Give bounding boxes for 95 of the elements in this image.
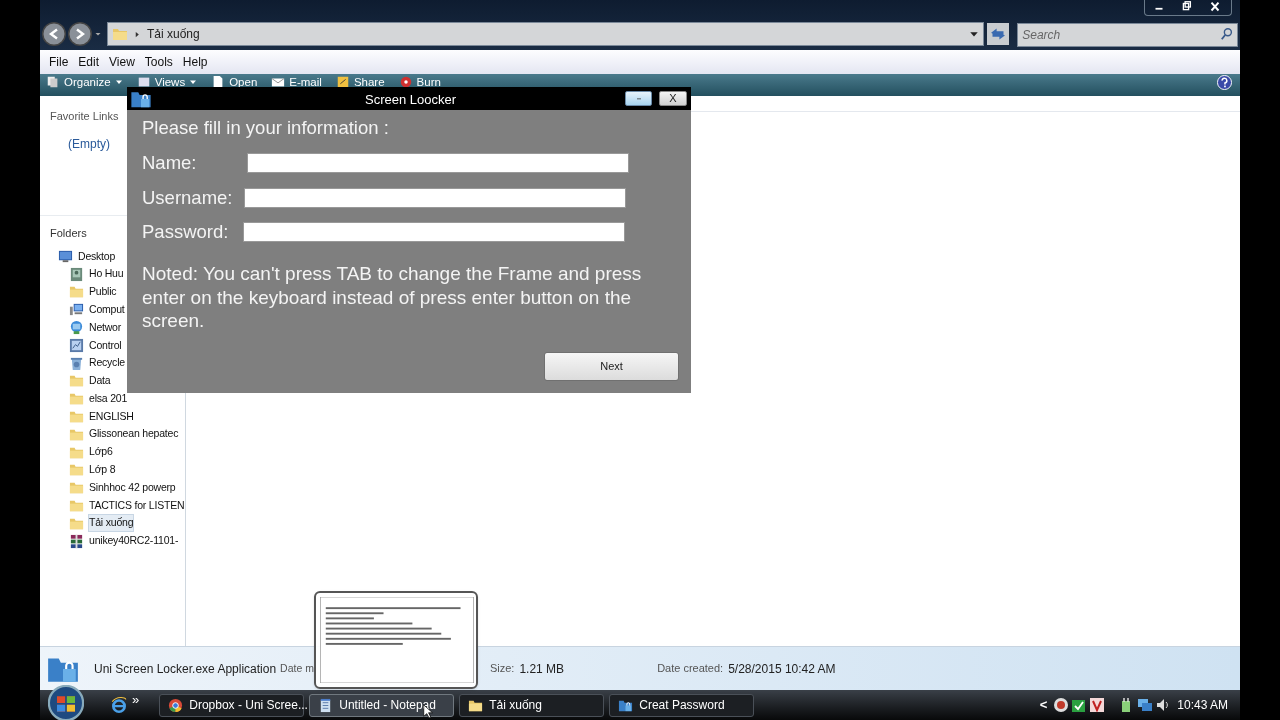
browser-icon	[168, 697, 184, 713]
check-icon[interactable]	[1071, 697, 1088, 713]
help-icon[interactable]	[1217, 75, 1232, 90]
back-icon[interactable]	[42, 22, 66, 46]
user-icon	[69, 266, 84, 282]
next-button[interactable]: Next	[544, 351, 679, 381]
forward-icon[interactable]	[68, 22, 92, 46]
tree-item[interactable]: Desktop	[77, 247, 117, 266]
tree-item[interactable]: unikey40RC2-1101-	[88, 532, 180, 550]
field-label: Date created:	[657, 661, 724, 677]
computer-icon	[69, 302, 84, 318]
dialog-title: Screen Loocker	[365, 91, 457, 109]
v-letter-icon[interactable]	[1089, 697, 1106, 713]
tree-item[interactable]: Sinhhoc 42 powerp	[88, 478, 177, 497]
tree-item[interactable]: Data	[88, 372, 112, 390]
folder-icon	[69, 462, 84, 478]
toolbar-button[interactable]: Open	[229, 76, 258, 88]
close-button[interactable]: X	[659, 91, 687, 106]
tree-item[interactable]: Public	[88, 283, 118, 301]
disc-icon	[398, 75, 413, 89]
field-label: Date m	[280, 660, 314, 676]
field-value: 1.21 MB	[519, 660, 565, 678]
address-bar[interactable]: Tải xuống	[107, 22, 985, 46]
overflow-button[interactable]: »	[132, 690, 140, 710]
archive-icon	[69, 533, 84, 549]
taskbar-button[interactable]: Dropbox - Uni Scree...	[159, 693, 305, 717]
tray-expand-button[interactable]: <	[1039, 695, 1048, 715]
network-icon	[69, 320, 84, 336]
start-button[interactable]	[48, 685, 84, 720]
section-title: Favorite Links	[50, 109, 119, 124]
breadcrumb-item[interactable]: Tải xuống	[147, 25, 200, 43]
field-value: 5/28/2015 10:42 AM	[728, 660, 836, 678]
envelope-icon	[271, 75, 286, 89]
folder-icon	[69, 373, 84, 389]
field-label: Username:	[142, 186, 233, 211]
views-icon	[136, 75, 151, 89]
folder-icon	[69, 409, 84, 425]
section-title[interactable]: Folders	[50, 226, 87, 239]
toolbar-button[interactable]: Views	[154, 76, 186, 88]
tree-item[interactable]: Lớp 8	[88, 461, 117, 479]
favorite-link[interactable]: (Empty)	[68, 134, 110, 153]
dialog-heading: Please fill in your information :	[142, 117, 390, 139]
refresh-icon[interactable]	[987, 23, 1010, 45]
monitor-icon	[58, 248, 73, 264]
tree-item[interactable]: Tải xuống	[88, 514, 135, 533]
tree-item[interactable]: Glissonean hepatec	[88, 425, 180, 444]
network-icon[interactable]	[1137, 697, 1154, 713]
toolbar-button[interactable]: Burn	[416, 76, 441, 88]
folder-icon	[69, 498, 84, 514]
browser-icon[interactable]	[110, 696, 128, 714]
dropdown-caret-icon[interactable]	[969, 29, 980, 39]
text-field[interactable]	[246, 153, 629, 173]
tree-item[interactable]: Recycle	[88, 354, 126, 373]
tree-item[interactable]: elsa 201	[88, 389, 129, 408]
menu-item[interactable]: Help	[177, 53, 213, 71]
history-caret-icon[interactable]	[94, 30, 102, 38]
field-label: Size:	[489, 661, 515, 677]
field-label: Name:	[142, 151, 197, 176]
tree-item[interactable]: Comput	[88, 300, 126, 319]
file-name: Uni Screen Locker.exe Application	[94, 660, 277, 678]
tree-item[interactable]: Control	[88, 336, 123, 355]
field-label: Password:	[142, 220, 229, 245]
tree-item[interactable]: Lớp6	[88, 443, 114, 462]
breadcrumb-arrow-icon	[134, 30, 141, 38]
menu-item[interactable]: File	[44, 53, 74, 71]
text-field[interactable]	[243, 222, 626, 242]
documents-icon	[46, 75, 60, 89]
tree-item[interactable]: ENGLISH	[88, 407, 135, 426]
caret-icon	[114, 78, 123, 86]
folder-icon	[69, 480, 84, 496]
menu-item[interactable]: Tools	[139, 53, 178, 71]
text-field[interactable]	[244, 188, 627, 208]
folder-icon	[69, 284, 84, 300]
taskbar-button[interactable]: Untitled - Notepad	[309, 693, 455, 717]
search-icon[interactable]	[1220, 27, 1234, 41]
toolbar-button[interactable]: Organize	[64, 76, 111, 88]
toolbar-button[interactable]: E-mail	[289, 76, 322, 88]
share-icon	[335, 75, 350, 89]
taskbar-button[interactable]: Tải xuống	[459, 693, 605, 717]
recycle-bin-icon	[69, 355, 84, 371]
control-panel-icon	[69, 337, 84, 353]
toolbar-button[interactable]: Share	[353, 76, 385, 88]
note-text: Noted: You can't press TAB to change the Frame and press enter on the keyboard instead of press enter button on the screen.	[142, 262, 643, 333]
search-field[interactable]: Search	[1017, 23, 1238, 47]
menu-item[interactable]: Edit	[73, 53, 105, 71]
folder-icon	[112, 26, 128, 42]
record-icon[interactable]	[1053, 697, 1070, 713]
folder-icon	[69, 391, 84, 407]
taskbar-button[interactable]: Creat Password	[609, 693, 755, 717]
tree-item[interactable]: TACTICS for LISTEN	[88, 496, 186, 515]
menu-item[interactable]: View	[104, 53, 140, 71]
tree-item[interactable]: Ho Huu	[88, 265, 125, 284]
clock[interactable]: 10:43 AM	[1177, 696, 1228, 714]
minimize-button[interactable]	[625, 91, 652, 106]
tree-item[interactable]: Networ	[88, 318, 123, 337]
